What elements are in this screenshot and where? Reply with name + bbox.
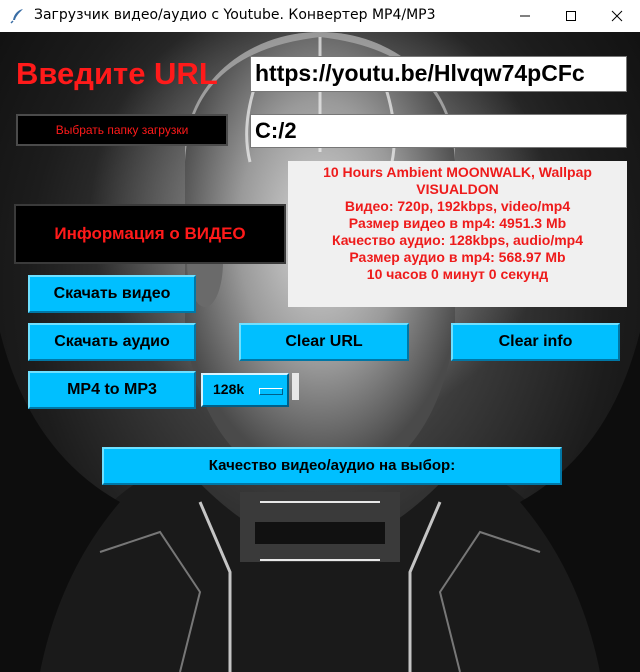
option-menu-indicator-icon: [259, 388, 283, 395]
download-audio-button[interactable]: Скачать аудио: [28, 323, 196, 361]
window-title: Загрузчик видео/аудио с Youtube. Конверт…: [34, 7, 436, 23]
title-bar: Загрузчик видео/аудио с Youtube. Конверт…: [0, 0, 640, 32]
scale-handle[interactable]: [292, 373, 299, 400]
video-info-panel: 10 Hours Ambient MOONWALK, Wallpap VISUA…: [288, 161, 627, 307]
clear-info-button[interactable]: Clear info: [451, 323, 620, 361]
bitrate-selected-value: 128k: [213, 381, 245, 397]
close-icon: [611, 10, 623, 22]
info-line-video: Видео: 720p, 192kbps, video/mp4: [344, 198, 571, 214]
choose-folder-button[interactable]: Выбрать папку загрузки: [16, 114, 228, 146]
maximize-icon: [566, 11, 576, 21]
download-video-button[interactable]: Скачать видео: [28, 275, 196, 313]
close-button[interactable]: [594, 0, 640, 32]
info-line-video-size: Размер видео в mp4: 4951.3 Mb: [348, 215, 567, 231]
download-folder-input[interactable]: C:/2: [250, 114, 627, 148]
maximize-button[interactable]: [548, 0, 594, 32]
info-line-title: 10 Hours Ambient MOONWALK, Wallpap: [323, 164, 592, 180]
info-line-audio: Качество аудио: 128kbps, audio/mp4: [331, 232, 584, 248]
feather-icon: [10, 9, 23, 24]
info-line-duration: 10 часов 0 минут 0 секунд: [366, 266, 549, 282]
clear-url-button[interactable]: Clear URL: [239, 323, 409, 361]
app-canvas: Введите URL https://youtu.be/Hlvqw74pCFc…: [0, 32, 640, 672]
video-info-button[interactable]: Информация о ВИДЕО: [14, 204, 286, 264]
minimize-icon: [520, 15, 530, 17]
mp4-to-mp3-button[interactable]: MP4 to MP3: [28, 371, 196, 409]
info-line-audio-size: Размер аудио в mp4: 568.97 Mb: [349, 249, 566, 265]
minimize-button[interactable]: [502, 0, 548, 32]
bitrate-option-menu[interactable]: 128k: [201, 373, 289, 407]
url-input[interactable]: https://youtu.be/Hlvqw74pCFc: [250, 56, 627, 92]
info-line-channel: VISUALDON: [416, 181, 499, 197]
quality-choice-button[interactable]: Качество видео/аудио на выбор:: [102, 447, 562, 485]
url-label: Введите URL: [16, 56, 218, 91]
